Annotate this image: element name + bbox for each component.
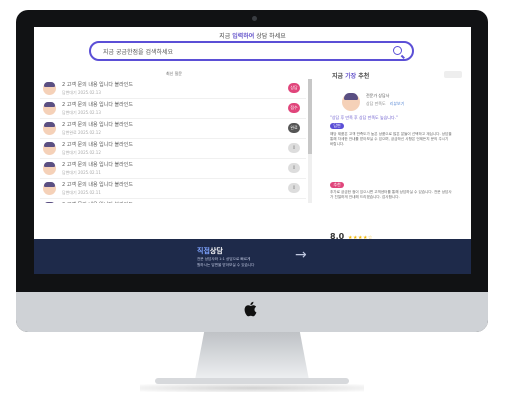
headline-suffix: 상담 하세요 — [254, 33, 286, 40]
status-badge: 상담 — [288, 83, 300, 93]
scrollbar-thumb[interactable] — [308, 79, 312, 154]
list-item[interactable]: 2 고객 문의 내용 입니다 블라인드답변대기 2025.02.100 — [40, 199, 306, 203]
camera-dot — [252, 16, 257, 21]
banner-subtitle-1: 전문 상담사와 1:1 상담으로 빠르게 — [197, 257, 251, 261]
search-input[interactable]: 지금 궁금한점을 검색하세요 — [103, 47, 173, 56]
user-avatar — [43, 182, 56, 195]
status-badge: 0 — [288, 163, 300, 173]
user-avatar — [43, 202, 56, 203]
counselor-sub: 상담 만족도 리뷰보기 — [366, 101, 404, 107]
question-meta: 답변대기 2025.02.13 — [62, 110, 101, 115]
panel-title-highlight: 가장 — [345, 73, 359, 80]
banner-title: 직접상담 — [197, 246, 223, 256]
headline-highlight: 입력하여 — [232, 33, 255, 40]
banner-title-rest: 상담 — [209, 247, 223, 255]
arrow-right-icon[interactable]: → — [295, 247, 307, 263]
answer-text: 해당 제품은 고객 만족도가 높은 상품으로 많은 분들이 선택하고 계십니다.… — [330, 132, 452, 146]
question-meta: 답변대기 2025.02.12 — [62, 150, 101, 155]
imac-stand — [195, 332, 309, 380]
question-text: 2 고객 문의 내용 입니다 블라인드 — [62, 182, 133, 188]
apple-logo — [244, 301, 257, 317]
list-item[interactable]: 2 고객 문의 내용 입니다 블라인드답변대기 2025.02.12 0 — [40, 139, 306, 159]
status-badge: 접수 — [288, 103, 300, 113]
panel-question: "상담 후 만족 후 상담 만족도 높습니다." — [330, 115, 398, 120]
question-text: 2 고객 문의 내용 입니다 블라인드 — [62, 122, 133, 128]
counselor-avatar — [342, 93, 360, 111]
headline-prefix: 지금 — [219, 33, 233, 40]
banner-title-accent: 직접 — [197, 247, 210, 255]
user-avatar — [43, 162, 56, 175]
question-text: 2 고객 문의 내용 입니다 블라인드 — [62, 201, 133, 203]
list-header: 최신 질문 — [166, 71, 182, 76]
list-item[interactable]: 2 고객 문의 내용 입니다 블라인드답변완료 2025.02.12 완료 — [40, 119, 306, 139]
question-text: 2 고객 문의 내용 입니다 블라인드 — [62, 102, 133, 108]
question-meta: 답변완료 2025.02.12 — [62, 130, 101, 135]
list-item[interactable]: 2 고객 문의 내용 입니다 블라인드답변대기 2025.02.13 접수 — [40, 99, 306, 119]
question-meta: 답변대기 2025.02.11 — [62, 190, 101, 195]
list-item[interactable]: 2 고객 문의 내용 입니다 블라인드답변대기 2025.02.11 0 — [40, 179, 306, 199]
answer-tag: 답변 — [330, 123, 344, 129]
panel-title: 지금 가장 추천 — [332, 71, 369, 80]
headline: 지금 입력하여 상담 하세요 — [34, 31, 471, 40]
detail-panel: 지금 가장 추천 전문가 상담사 상담 만족도 리뷰보기 "상담 후 만족 후 상… — [322, 71, 464, 255]
recommend-tag: 추천 — [330, 182, 344, 188]
status-badge: 0 — [288, 143, 300, 153]
panel-title-prefix: 지금 — [332, 73, 346, 80]
list-item[interactable]: 2 고객 문의 내용 입니다 블라인드답변대기 2025.02.13 상담 — [40, 79, 306, 99]
recommend-text: 추가로 궁금한 점이 있으시면 고객센터를 통해 상담하실 수 있습니다. 전문… — [330, 190, 452, 199]
screen: 지금 입력하여 상담 하세요 지금 궁금한점을 검색하세요 최신 질문 2 고객… — [34, 27, 471, 274]
panel-close-button[interactable] — [444, 71, 462, 78]
search-bar[interactable]: 지금 궁금한점을 검색하세요 — [89, 41, 414, 61]
review-link[interactable]: 리뷰보기 — [390, 101, 405, 106]
counselor-name: 전문가 상담사 — [366, 93, 390, 98]
question-list: 2 고객 문의 내용 입니다 블라인드 답변대기 2025.02.13 상담 2 고객… — [40, 79, 306, 203]
status-badge: 완료 — [288, 123, 300, 133]
list-scrollbar[interactable] — [308, 79, 312, 203]
user-avatar — [43, 122, 56, 135]
user-avatar — [43, 142, 56, 155]
banner-subtitle-2: 원하시는 답변을 받아보실 수 있습니다 — [197, 263, 255, 267]
question-meta: 답변대기 2025.02.11 — [62, 170, 101, 175]
question-text: 2 고객 문의 내용 입니다 블라인드 — [62, 82, 133, 88]
user-avatar — [43, 82, 56, 95]
list-item[interactable]: 2 고객 문의 내용 입니다 블라인드답변대기 2025.02.11 0 — [40, 159, 306, 179]
consult-banner[interactable]: 직접상담 전문 상담사와 1:1 상담으로 빠르게 원하시는 답변을 받아보실 … — [34, 239, 471, 274]
base-shadow — [140, 384, 364, 392]
search-icon[interactable] — [393, 46, 402, 55]
question-text: 2 고객 문의 내용 입니다 블라인드 — [62, 162, 133, 168]
status-badge: 0 — [288, 183, 300, 193]
user-avatar — [43, 102, 56, 115]
counselor-sub-text: 상담 만족도 — [366, 101, 386, 106]
question-text: 2 고객 문의 내용 입니다 블라인드 — [62, 142, 133, 148]
question-meta: 답변대기 2025.02.13 — [62, 90, 101, 95]
panel-title-suffix: 추천 — [358, 73, 370, 80]
